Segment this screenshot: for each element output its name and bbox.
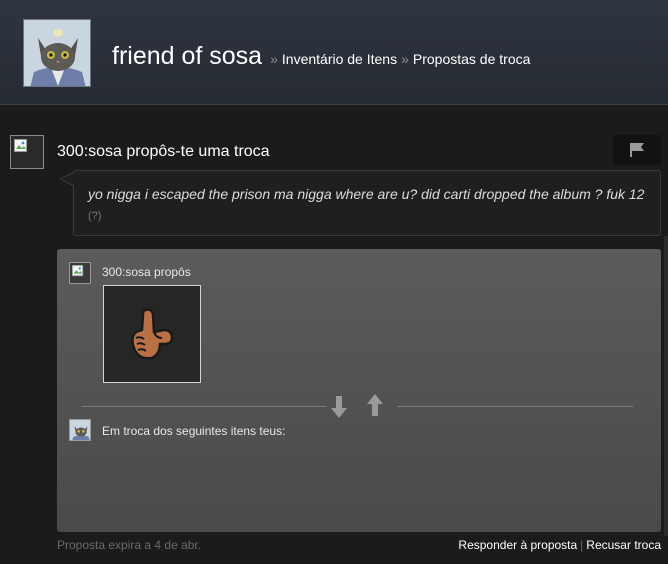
profile-avatar[interactable] [23, 19, 91, 87]
swap-arrows-icon [331, 394, 383, 418]
cat-avatar-icon [70, 420, 90, 440]
broken-image-icon [72, 265, 84, 277]
them-avatar[interactable] [69, 262, 91, 284]
flag-icon [630, 143, 644, 157]
profile-name[interactable]: friend of sosa [112, 42, 262, 71]
your-avatar[interactable] [69, 419, 91, 441]
partner-avatar[interactable] [10, 135, 44, 169]
them-label: 300:sosa propôs [102, 265, 191, 279]
cat-avatar-icon [24, 20, 90, 86]
expiry-text: Proposta expira a 4 de abr. [57, 538, 202, 552]
breadcrumb-offers-link[interactable]: Propostas de troca [413, 51, 531, 67]
breadcrumb-separator: » [270, 51, 278, 67]
message-text: yo nigga i escaped the prison ma nigga w… [88, 186, 645, 202]
pointing-hand-icon [131, 308, 174, 360]
breadcrumb-separator: » [401, 51, 409, 67]
decline-trade-link[interactable]: Recusar troca [586, 538, 661, 552]
broken-image-icon [14, 139, 27, 152]
trade-box: 300:sosa propôs Em troca dos seguintes i… [57, 249, 661, 532]
help-link[interactable]: (?) [88, 210, 101, 222]
breadcrumb-inventory-link[interactable]: Inventário de Itens [282, 51, 397, 67]
trade-item[interactable] [103, 285, 201, 383]
header: friend of sosa » Inventário de Itens » P… [0, 0, 668, 105]
you-label: Em troca dos seguintes itens teus: [102, 424, 286, 438]
offer-message: yo nigga i escaped the prison ma nigga w… [73, 170, 661, 236]
respond-offer-link[interactable]: Responder à proposta [458, 538, 577, 552]
breadcrumb: friend of sosa » Inventário de Itens » P… [112, 42, 530, 71]
message-tail-inner [61, 173, 74, 185]
scrollbar[interactable] [664, 236, 668, 536]
offer-actions: Responder à proposta | Recusar troca [458, 538, 661, 552]
divider [82, 406, 326, 407]
action-divider: | [580, 538, 584, 552]
offer-heading: 300:sosa propôs-te uma troca [57, 143, 270, 160]
divider [397, 406, 633, 407]
report-button[interactable] [613, 135, 661, 165]
